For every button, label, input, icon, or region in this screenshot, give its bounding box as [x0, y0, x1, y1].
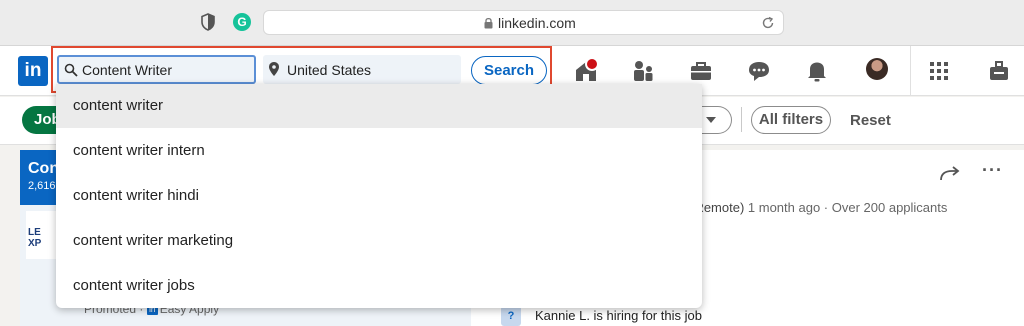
url-text: linkedin.com — [498, 15, 576, 31]
job-applicants: Over 200 applicants — [831, 200, 948, 215]
more-options-button[interactable]: ··· — [982, 160, 1003, 181]
company-logo-text: LE XP — [28, 227, 42, 249]
hiring-text: Kannie L. is hiring for this job — [535, 308, 702, 323]
suggestion-item[interactable]: content writer jobs — [56, 264, 702, 308]
notification-badge — [585, 57, 599, 71]
browser-toolbar: G linkedin.com — [0, 0, 1024, 46]
reset-button[interactable]: Reset — [850, 112, 891, 129]
all-filters-button[interactable]: All filters — [751, 106, 831, 134]
header-divider — [910, 46, 911, 96]
suggestion-item[interactable]: content writer marketing — [56, 219, 702, 263]
filter-separator — [741, 107, 742, 132]
work-grid-icon[interactable] — [926, 58, 952, 84]
suggestion-item[interactable]: content writer hindi — [56, 174, 702, 218]
job-posted-time: 1 month ago · — [744, 200, 832, 215]
post-job-icon[interactable] — [986, 58, 1012, 84]
lock-icon — [484, 17, 493, 29]
chevron-down-icon — [706, 117, 716, 123]
reload-icon[interactable] — [761, 16, 775, 30]
jobs-briefcase-icon[interactable] — [688, 58, 714, 84]
hirer-avatar: ? — [501, 306, 521, 326]
profile-avatar[interactable] — [866, 58, 888, 80]
search-suggestions-dropdown: content writer content writer intern con… — [56, 84, 702, 308]
my-network-icon[interactable] — [630, 58, 656, 84]
grammarly-extension-icon[interactable]: G — [233, 13, 251, 31]
linkedin-logo[interactable]: in — [18, 56, 48, 86]
privacy-shield-icon[interactable] — [200, 13, 216, 31]
suggestion-item[interactable]: content writer — [56, 84, 702, 128]
job-list-count: 2,616 — [28, 180, 56, 192]
notifications-bell-icon[interactable] — [804, 58, 830, 84]
suggestion-item[interactable]: content writer intern — [56, 129, 702, 173]
messaging-icon[interactable] — [746, 58, 772, 84]
share-icon[interactable] — [940, 165, 960, 181]
address-bar[interactable]: linkedin.com — [263, 10, 784, 35]
job-meta: s (Remote) 1 month ago · Over 200 applic… — [680, 200, 947, 215]
